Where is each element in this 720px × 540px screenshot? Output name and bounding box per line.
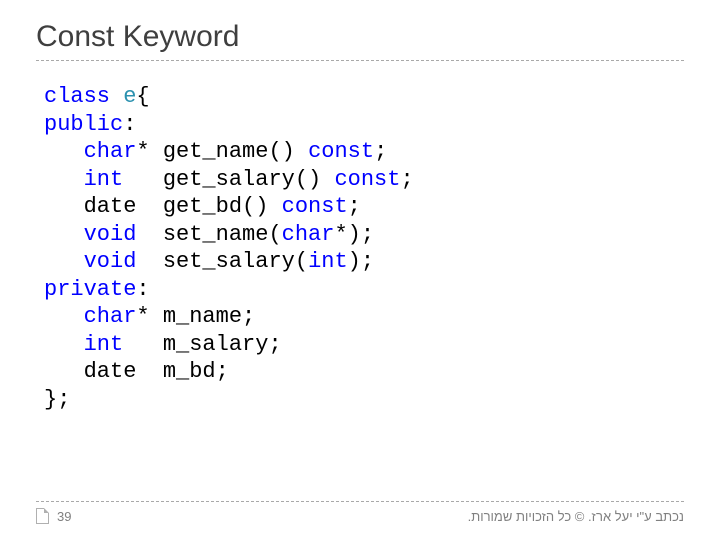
kw-const: const xyxy=(334,167,400,192)
page-number: 39 xyxy=(57,509,71,524)
code-text: set_name( xyxy=(136,222,281,247)
kw-class: class xyxy=(44,84,110,109)
code-text: get_bd() xyxy=(136,194,281,219)
code-text: * m_name; xyxy=(136,304,255,329)
kw-private: private xyxy=(44,277,136,302)
code-text: m_salary; xyxy=(123,332,281,357)
type-char: char xyxy=(84,304,137,329)
page-number-block: 39 xyxy=(36,508,71,524)
code-block: class e{ public: char* get_name() const;… xyxy=(44,83,684,413)
kw-const: const xyxy=(282,194,348,219)
code-text: : xyxy=(136,277,149,302)
type-void: void xyxy=(84,222,137,247)
code-text: * get_name() xyxy=(136,139,308,164)
slide: Const Keyword class e{ public: char* get… xyxy=(0,0,720,540)
footer: 39 נכתב ע"י יעל ארז. © כל הזכויות שמורות… xyxy=(36,501,684,524)
type-char: char xyxy=(84,139,137,164)
code-text: ; xyxy=(348,194,361,219)
type-void: void xyxy=(84,249,137,274)
page-icon xyxy=(36,508,49,524)
kw-const: const xyxy=(308,139,374,164)
arg-type: int xyxy=(308,249,348,274)
code-text: ; xyxy=(374,139,387,164)
kw-public: public xyxy=(44,112,123,137)
type-date: date xyxy=(84,194,137,219)
arg-type: char xyxy=(282,222,335,247)
credit-text: נכתב ע"י יעל ארז. © כל הזכויות שמורות. xyxy=(468,509,684,524)
class-name: e xyxy=(123,84,136,109)
code-text: }; xyxy=(44,387,70,412)
code-text: : xyxy=(123,112,136,137)
code-text: get_salary() xyxy=(123,167,334,192)
code-text: m_bd; xyxy=(136,359,228,384)
type-int: int xyxy=(84,332,124,357)
code-text: ; xyxy=(400,167,413,192)
code-text: *); xyxy=(334,222,374,247)
type-date: date xyxy=(84,359,137,384)
code-text: ); xyxy=(348,249,374,274)
type-int: int xyxy=(84,167,124,192)
title-block: Const Keyword xyxy=(36,20,684,61)
page-title: Const Keyword xyxy=(36,20,684,54)
code-text: set_salary( xyxy=(136,249,308,274)
code-text: { xyxy=(136,84,149,109)
